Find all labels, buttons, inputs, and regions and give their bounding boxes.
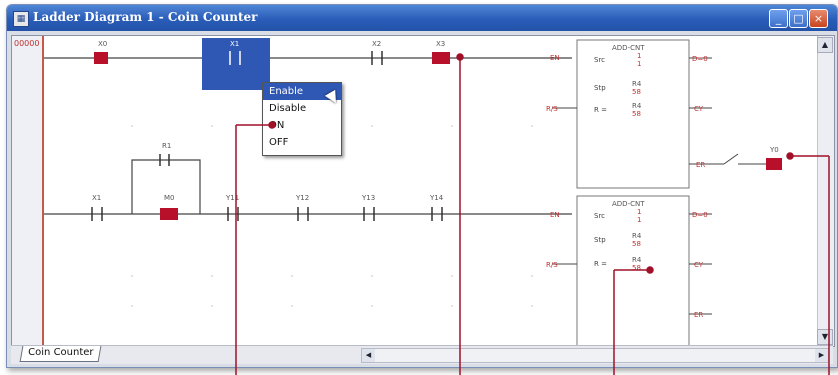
callout-dot-1 xyxy=(268,121,276,129)
callout-dot-3 xyxy=(646,266,654,274)
callout-dot-2 xyxy=(456,53,464,61)
callout-lines xyxy=(235,53,830,375)
callout-dot-4 xyxy=(786,152,794,160)
